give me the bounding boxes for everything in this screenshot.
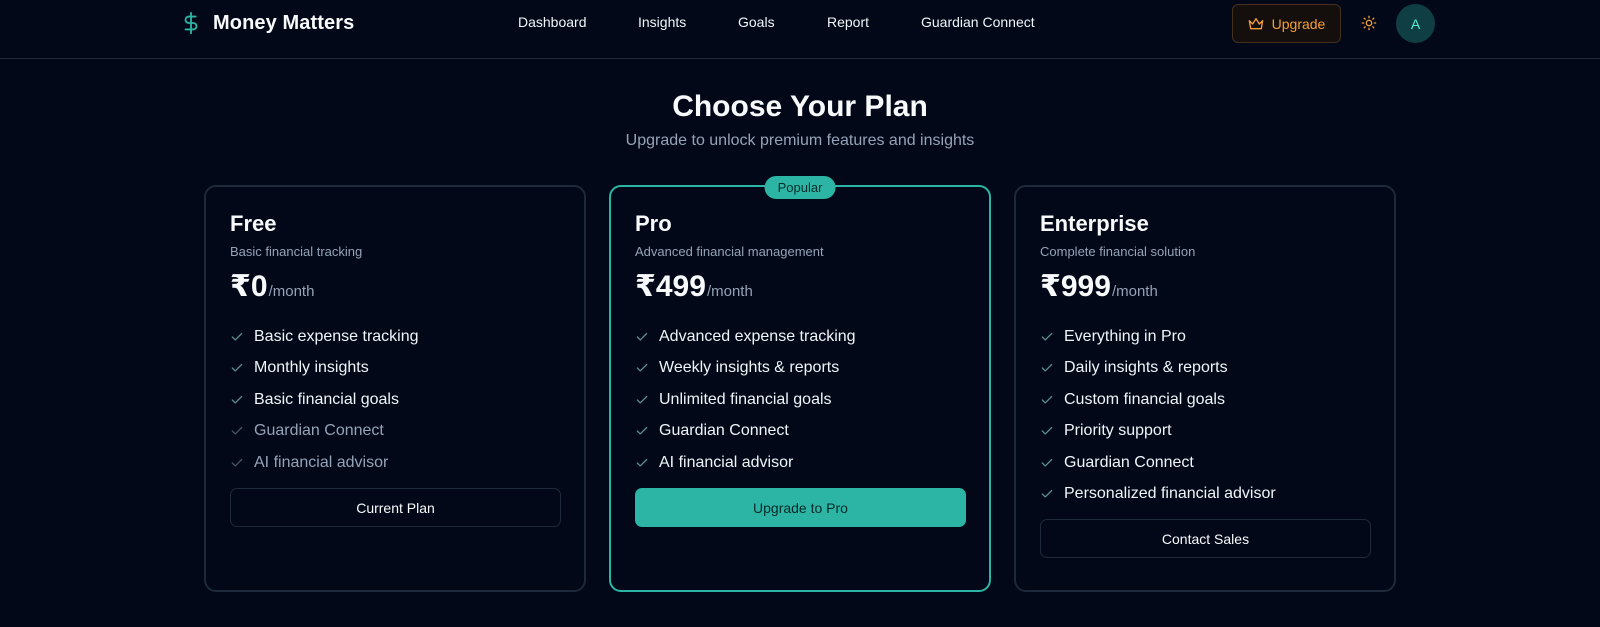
theme-toggle-button[interactable] xyxy=(1358,12,1380,34)
plan-description: Basic financial tracking xyxy=(230,244,363,259)
feature-label: Unlimited financial goals xyxy=(659,390,832,408)
feature-label: Guardian Connect xyxy=(659,422,789,440)
feature-list: Everything in Pro Daily insights & repor… xyxy=(1040,321,1276,510)
page-subtitle: Upgrade to unlock premium features and i… xyxy=(625,132,975,149)
price-period: /month xyxy=(706,283,753,300)
feature-label: AI financial advisor xyxy=(254,453,389,471)
nav-goals[interactable]: Goals xyxy=(738,14,775,30)
avatar[interactable]: A xyxy=(1396,4,1435,43)
plan-name: Free xyxy=(230,211,277,236)
feature-label: Priority support xyxy=(1064,422,1172,440)
feature-item: Custom financial goals xyxy=(1040,384,1276,416)
feature-item: AI financial advisor xyxy=(230,447,419,479)
feature-label: Personalized financial advisor xyxy=(1064,485,1276,503)
plan-description: Advanced financial management xyxy=(635,244,824,259)
popular-badge: Popular xyxy=(764,176,836,199)
brand[interactable]: Money Matters xyxy=(180,10,354,36)
contact-sales-button[interactable]: Contact Sales xyxy=(1040,519,1371,558)
upgrade-to-pro-button[interactable]: Upgrade to Pro xyxy=(635,488,966,527)
feature-label: Guardian Connect xyxy=(1064,453,1194,471)
plan-card-pro: Popular Pro Advanced financial managemen… xyxy=(609,176,991,592)
upgrade-button[interactable]: Upgrade xyxy=(1232,4,1341,43)
check-icon xyxy=(231,332,243,341)
feature-item: Basic expense tracking xyxy=(230,321,419,353)
nav-guardian-connect[interactable]: Guardian Connect xyxy=(921,14,1035,30)
feature-item: Unlimited financial goals xyxy=(635,384,856,416)
feature-label: Monthly insights xyxy=(254,359,369,377)
feature-label: Daily insights & reports xyxy=(1064,359,1228,377)
plan-card-enterprise: Enterprise Complete financial solution ₹… xyxy=(1014,185,1396,592)
price-period: /month xyxy=(268,283,315,300)
crown-icon xyxy=(1248,17,1263,29)
check-icon xyxy=(636,332,648,341)
feature-item: Everything in Pro xyxy=(1040,321,1276,353)
plan-price: ₹499 /month xyxy=(635,269,753,304)
feature-item: Guardian Connect xyxy=(635,416,856,448)
price-amount: ₹499 xyxy=(635,270,706,303)
plan-price: ₹0 /month xyxy=(230,269,314,304)
feature-item: AI financial advisor xyxy=(635,447,856,479)
check-icon xyxy=(1041,332,1053,341)
feature-item: Personalized financial advisor xyxy=(1040,479,1276,511)
feature-item: Basic financial goals xyxy=(230,384,419,416)
feature-label: Basic financial goals xyxy=(254,390,399,408)
nav-report[interactable]: Report xyxy=(827,14,869,30)
feature-item: Guardian Connect xyxy=(230,416,419,448)
plan-price: ₹999 /month xyxy=(1040,269,1158,304)
check-icon xyxy=(636,427,648,435)
feature-label: Custom financial goals xyxy=(1064,390,1225,408)
check-icon xyxy=(1041,458,1053,467)
check-icon xyxy=(636,458,648,467)
feature-item: Priority support xyxy=(1040,416,1276,448)
feature-label: Everything in Pro xyxy=(1064,327,1186,345)
check-icon xyxy=(1041,490,1053,498)
feature-label: AI financial advisor xyxy=(659,453,794,471)
brand-name: Money Matters xyxy=(213,11,355,34)
feature-list: Basic expense tracking Monthly insights … xyxy=(230,321,419,479)
check-icon xyxy=(231,364,243,372)
feature-item: Daily insights & reports xyxy=(1040,353,1276,385)
feature-label: Basic expense tracking xyxy=(254,327,419,345)
page-title: Choose Your Plan xyxy=(672,90,928,123)
plan-description: Complete financial solution xyxy=(1040,244,1196,259)
check-icon xyxy=(636,364,648,372)
check-icon xyxy=(231,458,243,467)
nav-dashboard[interactable]: Dashboard xyxy=(518,14,587,30)
check-icon xyxy=(231,395,243,404)
upgrade-label: Upgrade xyxy=(1271,15,1326,32)
price-amount: ₹999 xyxy=(1040,270,1111,303)
check-icon xyxy=(636,395,648,404)
feature-item: Monthly insights xyxy=(230,353,419,385)
top-navbar: Money Matters Dashboard Insights Goals R… xyxy=(0,0,1600,59)
feature-label: Advanced expense tracking xyxy=(659,327,856,345)
plan-name: Enterprise xyxy=(1040,211,1149,236)
feature-item: Weekly insights & reports xyxy=(635,353,856,385)
feature-label: Guardian Connect xyxy=(254,422,384,440)
dollar-sign-icon xyxy=(184,12,198,34)
feature-list: Advanced expense tracking Weekly insight… xyxy=(635,321,856,479)
feature-item: Guardian Connect xyxy=(1040,447,1276,479)
current-plan-button[interactable]: Current Plan xyxy=(230,488,561,527)
feature-item: Advanced expense tracking xyxy=(635,321,856,353)
check-icon xyxy=(1041,427,1053,435)
check-icon xyxy=(231,427,243,435)
check-icon xyxy=(1041,395,1053,404)
check-icon xyxy=(1041,364,1053,372)
nav-insights[interactable]: Insights xyxy=(638,14,686,30)
price-period: /month xyxy=(1111,283,1158,300)
plan-card-free: Free Basic financial tracking ₹0 /month … xyxy=(204,185,586,592)
price-amount: ₹0 xyxy=(230,270,268,303)
sun-icon xyxy=(1361,15,1377,31)
plan-name: Pro xyxy=(635,211,672,236)
feature-label: Weekly insights & reports xyxy=(659,359,840,377)
